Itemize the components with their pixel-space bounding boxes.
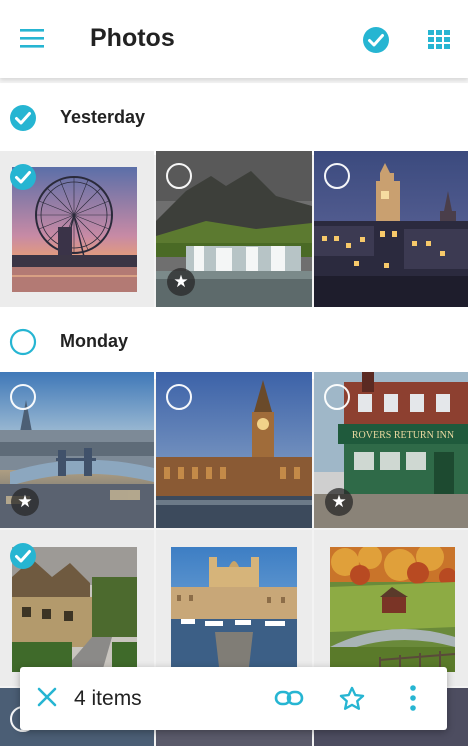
select-circle[interactable] — [324, 163, 350, 189]
photo-tile-cotswolds-cottages[interactable] — [0, 530, 154, 686]
hamburger-menu-icon[interactable] — [18, 26, 48, 52]
selected-check-icon[interactable] — [9, 542, 37, 570]
section-select-check-icon[interactable] — [9, 104, 37, 132]
photo-tile-valletta-harbour[interactable] — [156, 530, 312, 686]
select-circle[interactable] — [10, 384, 36, 410]
pub-sign-text: ROVERS RETURN INN — [352, 430, 454, 441]
photo-tile-rovers-return-inn[interactable]: ROVERS RETURN INN ★ — [314, 372, 468, 528]
photo-valletta-harbour — [171, 547, 297, 672]
photo-autumn-farm — [330, 547, 455, 672]
photo-tile-mountain-waterfall[interactable]: ★ — [156, 151, 312, 307]
starred-badge-icon: ★ — [167, 268, 195, 296]
photo-tile-autumn-farm[interactable] — [314, 530, 468, 686]
section-select-circle-icon[interactable] — [9, 328, 37, 356]
more-vert-icon[interactable] — [408, 684, 418, 712]
link-icon[interactable] — [274, 687, 304, 709]
photo-tile-edinburgh-night[interactable] — [314, 151, 468, 307]
section-header-yesterday: Yesterday — [0, 83, 468, 155]
photo-tile-big-ben[interactable] — [156, 372, 312, 528]
close-icon[interactable] — [36, 686, 58, 708]
selection-action-bar: 4 items — [20, 667, 447, 730]
photo-tile-london-eye[interactable] — [0, 151, 154, 307]
select-all-check-icon[interactable] — [362, 26, 390, 54]
section-label: Yesterday — [60, 107, 146, 127]
photo-tile-london-tower-bridge[interactable]: ★ — [0, 372, 154, 528]
star-outline-icon[interactable] — [338, 685, 366, 713]
section-header-monday: Monday — [0, 307, 468, 379]
section-label: Monday — [60, 331, 129, 351]
selected-check-icon[interactable] — [9, 163, 37, 191]
starred-badge-icon: ★ — [325, 488, 353, 516]
grid-view-icon[interactable] — [428, 30, 450, 50]
select-circle[interactable] — [166, 384, 192, 410]
page-title: Photos — [90, 24, 175, 52]
select-circle[interactable] — [324, 384, 350, 410]
starred-badge-icon: ★ — [11, 488, 39, 516]
selected-count-label: 4 items — [74, 687, 142, 710]
app-bar: Photos — [0, 0, 468, 78]
select-circle[interactable] — [166, 163, 192, 189]
